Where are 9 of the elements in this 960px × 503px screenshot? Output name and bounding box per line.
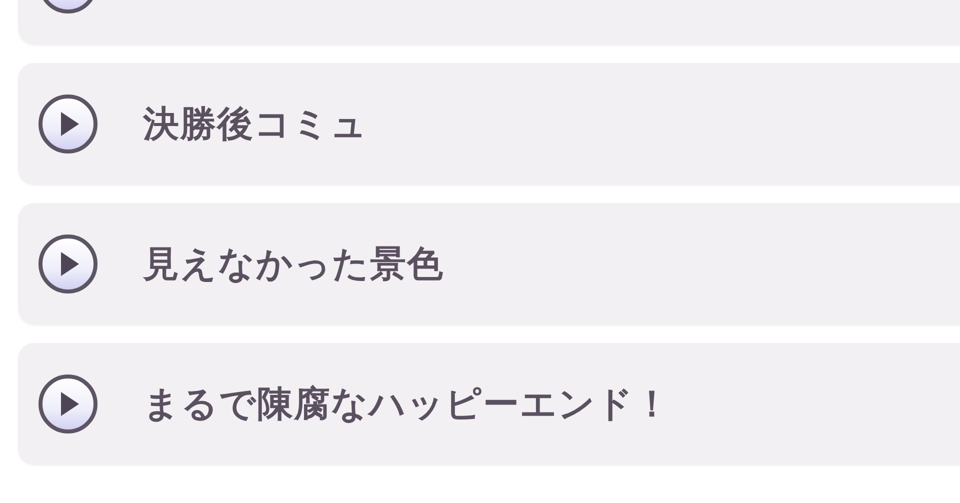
play-icon[interactable] [38, 374, 98, 434]
story-title: 見えなかった景色 [143, 242, 444, 286]
story-title: まるで陳腐なハッピーエンド！ [143, 382, 671, 426]
story-card[interactable]: 見えなかった景色 [18, 203, 960, 325]
story-title: 決勝後コミュ [143, 102, 368, 146]
story-card[interactable]: まるで陳腐なハッピーエンド！ [18, 343, 960, 465]
play-icon[interactable] [38, 94, 98, 154]
play-icon[interactable] [38, 234, 98, 294]
story-card[interactable]: 決勝後コミュ [18, 63, 960, 185]
